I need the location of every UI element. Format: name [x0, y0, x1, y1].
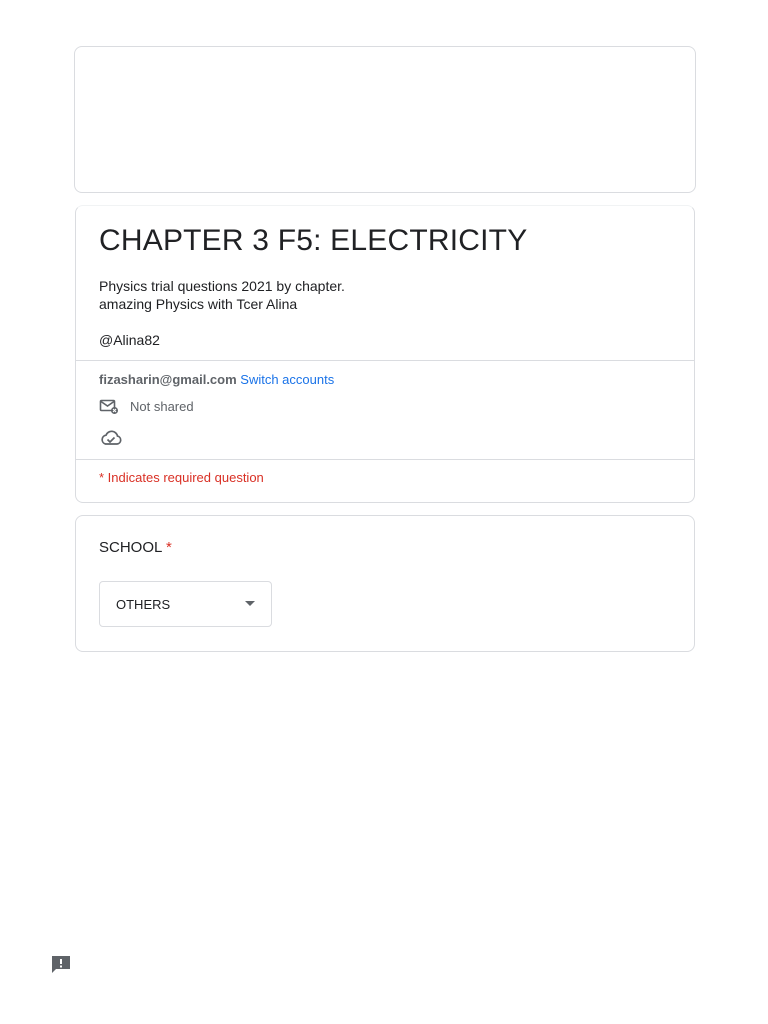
header-image-card [74, 46, 696, 193]
divider [76, 360, 694, 361]
switch-accounts-link[interactable]: Switch accounts [240, 372, 334, 387]
cloud-save-status [99, 429, 123, 452]
description-line-1: Physics trial questions 2021 by chapter. [99, 278, 345, 294]
shared-status-text: Not shared [130, 398, 194, 414]
description-line-2: amazing Physics with Tcer Alina [99, 296, 298, 312]
account-line: fizasharin@gmail.com Switch accounts [99, 372, 334, 387]
shared-status-row: Not shared [99, 397, 194, 415]
form-info-card: CHAPTER 3 F5: ELECTRICITY Physics trial … [75, 205, 695, 503]
question-label: SCHOOL * [99, 539, 172, 556]
required-note: * Indicates required question [99, 470, 264, 485]
dropdown-caret-icon [245, 601, 255, 606]
author-handle: @Alina82 [99, 332, 160, 348]
cloud-check-icon [101, 430, 122, 445]
question-title: SCHOOL [99, 539, 162, 556]
required-asterisk: * [165, 539, 172, 556]
school-dropdown[interactable]: OTHERS [99, 581, 272, 627]
mail-not-shared-icon [99, 399, 118, 414]
divider [76, 459, 694, 460]
feedback-icon[interactable] [50, 954, 72, 974]
form-description: Physics trial questions 2021 by chapter.… [99, 277, 345, 313]
dropdown-selected-value: OTHERS [116, 596, 171, 612]
account-email: fizasharin@gmail.com [99, 372, 237, 387]
form-title: CHAPTER 3 F5: ELECTRICITY [99, 224, 528, 257]
question-card-school: SCHOOL * OTHERS [75, 515, 695, 652]
